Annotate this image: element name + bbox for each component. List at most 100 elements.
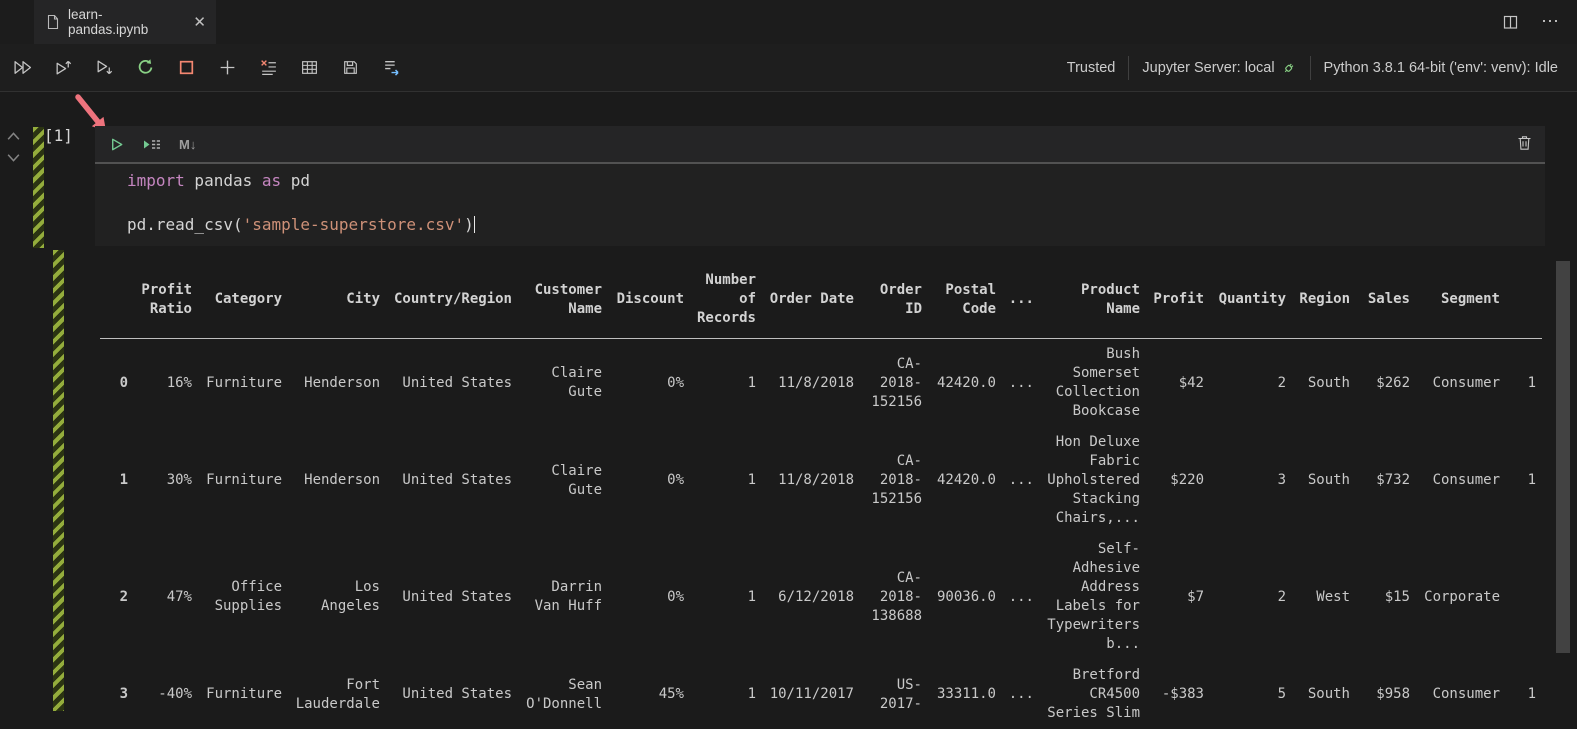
table-cell: $732 [1356, 427, 1416, 534]
table-cell: 2 [1210, 339, 1292, 428]
export-icon[interactable] [382, 58, 401, 77]
table-cell: 47% [134, 534, 198, 660]
tab-title: learn-pandas.ipynb [68, 7, 181, 37]
header-row: Profit RatioCategoryCityCountry/RegionCu… [100, 265, 1542, 339]
table-cell: CA-2018-138688 [860, 534, 928, 660]
restart-kernel-icon[interactable] [136, 58, 155, 77]
column-header: Order Date [762, 265, 860, 339]
table-cell: ... [1002, 660, 1040, 729]
table-cell: Henderson [288, 339, 386, 428]
notebook-body: [1] M↓ import pandas as pd pd.read_csv('… [0, 93, 1577, 711]
table-cell: Bretford CR4500 Series Slim [1040, 660, 1146, 729]
dataframe-table: Profit RatioCategoryCityCountry/RegionCu… [100, 265, 1542, 729]
table-cell: Consumer [1416, 660, 1506, 729]
jupyter-server-status[interactable]: Jupyter Server: local [1129, 44, 1309, 91]
collapse-cell-button[interactable] [6, 130, 21, 142]
table-cell: 90036.0 [928, 534, 1002, 660]
notebook-scrollbar[interactable] [1556, 261, 1570, 653]
table-cell: 11/8/2018 [762, 339, 860, 428]
table-cell: 0% [608, 534, 690, 660]
table-cell: CA-2018-152156 [860, 427, 928, 534]
delete-cell-icon[interactable] [1516, 134, 1533, 152]
table-cell: Sean O'Donnell [518, 660, 608, 729]
table-cell: South [1292, 427, 1356, 534]
table-cell: Furniture [198, 427, 288, 534]
column-header: Category [198, 265, 288, 339]
table-cell: 45% [608, 660, 690, 729]
table-cell: -$383 [1146, 660, 1210, 729]
table-row: 130%FurnitureHendersonUnited StatesClair… [100, 427, 1542, 534]
column-header: Number of Records [690, 265, 762, 339]
cell-output: Profit RatioCategoryCityCountry/RegionCu… [100, 265, 1542, 729]
expand-cell-button[interactable] [6, 152, 21, 164]
column-header: Customer Name [518, 265, 608, 339]
code-lines: import pandas as pd pd.read_csv('sample-… [127, 170, 1545, 236]
output-modified-indicator [53, 250, 64, 711]
trusted-status[interactable]: Trusted [1054, 44, 1129, 91]
table-cell: West [1292, 534, 1356, 660]
trusted-label: Trusted [1067, 60, 1116, 76]
table-cell: 42420.0 [928, 427, 1002, 534]
run-cells-above-button[interactable] [54, 58, 73, 77]
table-cell: 1 [690, 534, 762, 660]
jupyter-server-label: Jupyter Server: local [1142, 60, 1274, 76]
more-actions-icon[interactable]: ⋯ [1541, 18, 1561, 25]
table-cell: $220 [1146, 427, 1210, 534]
table-cell: 3 [1210, 427, 1292, 534]
markdown-toggle-button[interactable]: M↓ [179, 137, 196, 152]
table-cell: CA-2018-152156 [860, 339, 928, 428]
table-cell: 1 [1506, 427, 1542, 534]
table-cell: Consumer [1416, 427, 1506, 534]
table-cell: 1 [690, 339, 762, 428]
notebook-toolbar: Trusted Jupyter Server: local Python 3.8… [0, 44, 1577, 92]
table-cell: Los Angeles [288, 534, 386, 660]
table-cell: Furniture [198, 339, 288, 428]
tab-close-icon[interactable]: ✕ [193, 15, 206, 30]
table-cell: United States [386, 339, 518, 428]
tab-learn-pandas[interactable]: learn-pandas.ipynb ✕ [34, 0, 216, 44]
code-line [127, 192, 1545, 214]
column-header: Profit [1146, 265, 1210, 339]
run-below-icon[interactable] [142, 137, 162, 152]
kernel-label: Python 3.8.1 64-bit ('env': venv): Idle [1324, 60, 1558, 76]
server-connected-icon [1282, 60, 1297, 75]
table-cell: Self-Adhesive Address Labels for Typewri… [1040, 534, 1146, 660]
row-index: 0 [100, 339, 134, 428]
table-cell: 16% [134, 339, 198, 428]
table-cell: 33311.0 [928, 660, 1002, 729]
column-header: Product Name [1040, 265, 1146, 339]
file-icon [44, 14, 60, 30]
run-cell-and-below-button[interactable] [95, 58, 114, 77]
column-header: Country/Region [386, 265, 518, 339]
table-cell: 1 [1506, 660, 1542, 729]
table-cell: Darrin Van Huff [518, 534, 608, 660]
interrupt-kernel-icon[interactable] [177, 58, 196, 77]
table-cell: 1 [1506, 339, 1542, 428]
table-cell: $958 [1356, 660, 1416, 729]
column-header: ... [1002, 265, 1040, 339]
table-cell: 30% [134, 427, 198, 534]
table-cell: Furniture [198, 660, 288, 729]
table-cell: United States [386, 427, 518, 534]
table-cell: 1 [690, 660, 762, 729]
code-editor[interactable]: import pandas as pd pd.read_csv('sample-… [95, 164, 1545, 246]
code-cell: M↓ import pandas as pd pd.read_csv('samp… [95, 126, 1545, 246]
column-header: City [288, 265, 386, 339]
column-header: Sales [1356, 265, 1416, 339]
table-cell: 42420.0 [928, 339, 1002, 428]
variables-table-icon[interactable] [300, 58, 319, 77]
run-all-button[interactable] [13, 58, 32, 77]
column-header: Order ID [860, 265, 928, 339]
table-row: 016%FurnitureHendersonUnited StatesClair… [100, 339, 1542, 428]
clear-outputs-button[interactable] [259, 58, 278, 77]
run-cell-button[interactable] [108, 136, 125, 153]
table-cell: US-2017- [860, 660, 928, 729]
table-cell: $15 [1356, 534, 1416, 660]
kernel-status[interactable]: Python 3.8.1 64-bit ('env': venv): Idle [1311, 44, 1571, 91]
add-cell-button[interactable] [218, 58, 237, 77]
column-header: Segment [1416, 265, 1506, 339]
split-editor-icon[interactable] [1502, 14, 1519, 31]
save-icon[interactable] [341, 58, 360, 77]
table-cell: Hon Deluxe Fabric Upholstered Stacking C… [1040, 427, 1146, 534]
column-header [1506, 265, 1542, 339]
